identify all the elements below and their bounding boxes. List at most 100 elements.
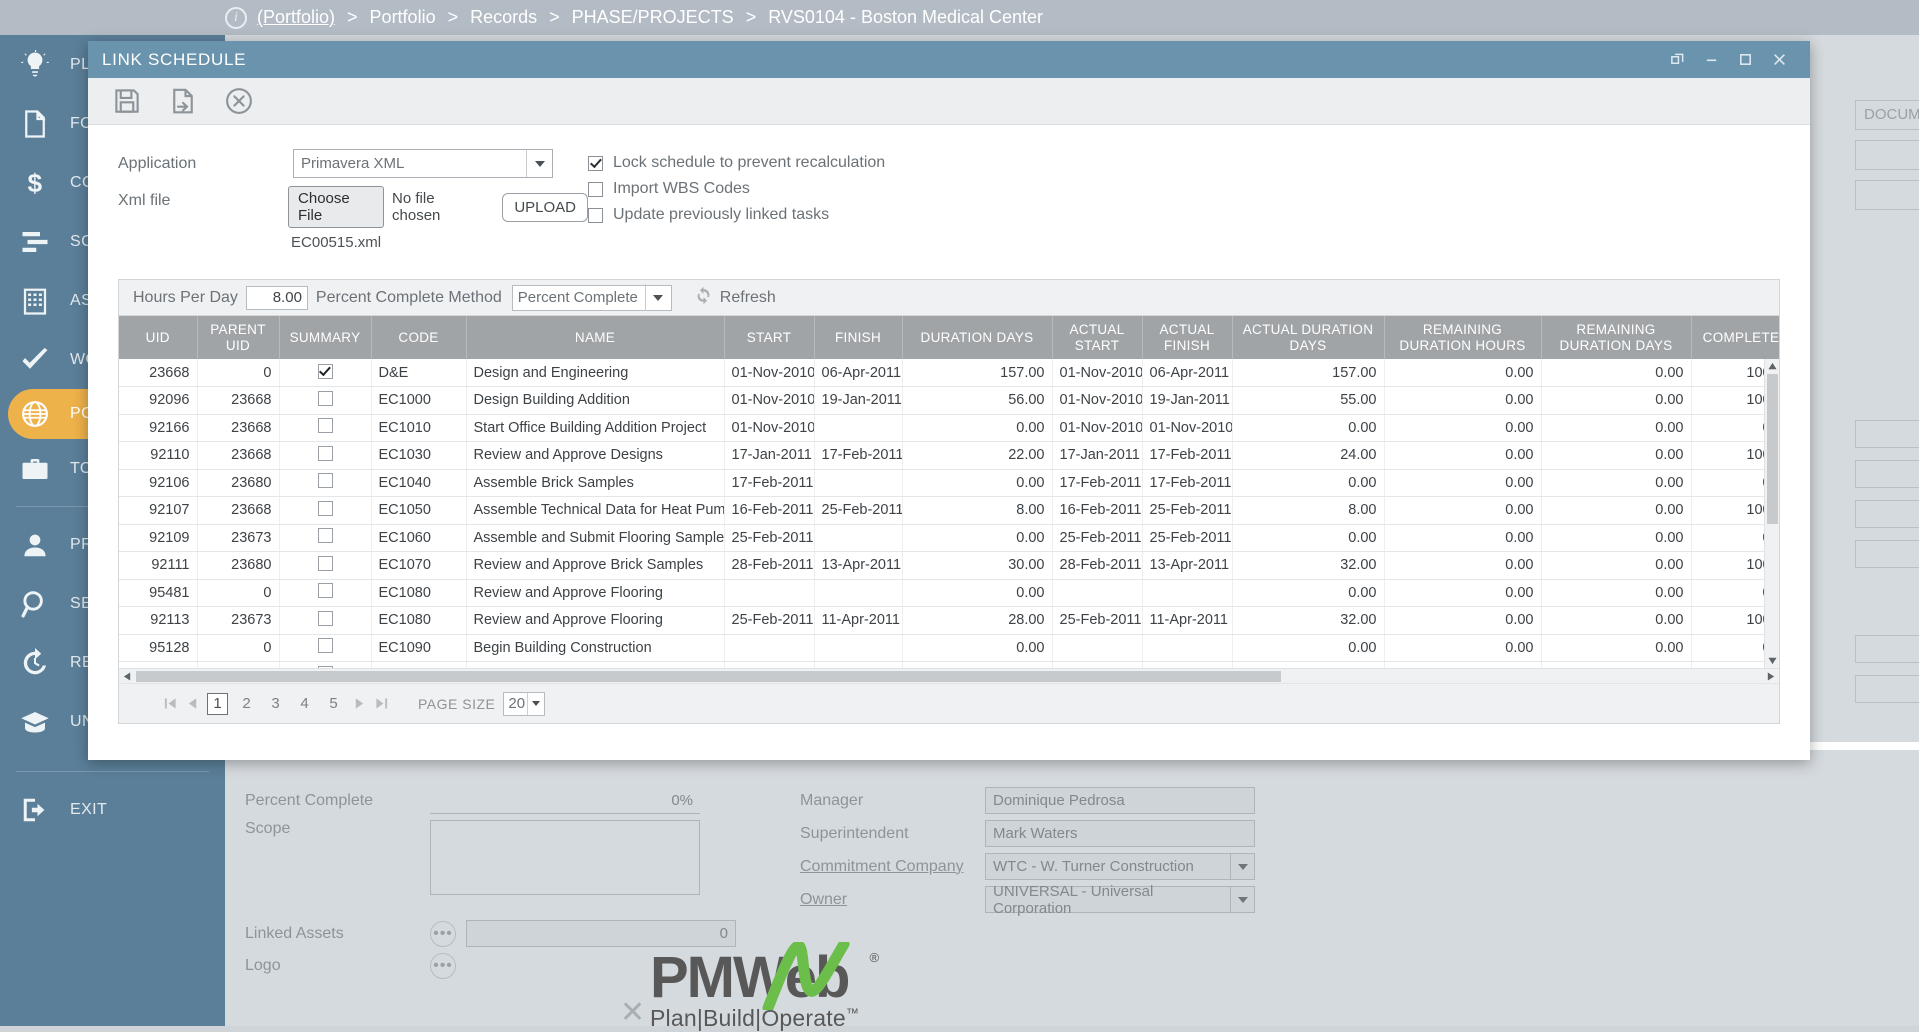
col-remaining-duration-hours[interactable]: REMAINING DURATION HOURS (1384, 316, 1541, 359)
breadcrumb-item[interactable]: PHASE/PROJECTS (572, 7, 734, 28)
application-select[interactable]: Primavera XML (293, 149, 553, 178)
summary-checkbox-icon[interactable] (318, 364, 333, 379)
col-complete[interactable]: COMPLETE (1691, 316, 1779, 359)
page-2-button[interactable]: 2 (236, 693, 257, 715)
table-row[interactable]: 9209623668EC1000Design Building Addition… (119, 387, 1779, 415)
breadcrumb-root[interactable]: (Portfolio) (257, 7, 335, 28)
cell-summary[interactable] (279, 579, 371, 607)
table-row[interactable]: 9211123680EC1070Review and Approve Brick… (119, 552, 1779, 580)
checkbox-icon[interactable] (588, 182, 603, 197)
documents-tab-box[interactable]: DOCUMENTS (9) (1855, 100, 1919, 130)
chevron-down-icon[interactable] (527, 693, 544, 715)
horizontal-scroll-track[interactable] (136, 669, 1762, 684)
summary-checkbox-icon[interactable] (318, 391, 333, 406)
summary-checkbox-icon[interactable] (318, 583, 333, 598)
col-start[interactable]: START (724, 316, 814, 359)
prev-page-icon[interactable] (181, 693, 203, 715)
checkbox-icon[interactable] (588, 156, 603, 171)
page-3-button[interactable]: 3 (265, 693, 286, 715)
page-4-button[interactable]: 4 (294, 693, 315, 715)
option-update-linked-tasks[interactable]: Update previously linked tasks (588, 202, 885, 228)
scroll-down-icon[interactable] (1765, 653, 1779, 668)
table-row[interactable]: 9211323673EC1080Review and Approve Floor… (119, 607, 1779, 635)
cell-summary[interactable] (279, 607, 371, 635)
cell-summary[interactable] (279, 552, 371, 580)
col-actual-finish[interactable]: ACTUAL FINISH (1142, 316, 1232, 359)
upload-button[interactable]: UPLOAD (502, 193, 588, 222)
summary-checkbox-icon[interactable] (318, 473, 333, 488)
col-code[interactable]: CODE (371, 316, 466, 359)
next-page-icon[interactable] (348, 693, 370, 715)
page-1-button[interactable]: 1 (207, 693, 228, 715)
cell-summary[interactable] (279, 469, 371, 497)
summary-checkbox-icon[interactable] (318, 556, 333, 571)
option-lock-schedule[interactable]: Lock schedule to prevent recalculation (588, 150, 885, 176)
col-actual-duration-days[interactable]: ACTUAL DURATION DAYS (1232, 316, 1384, 359)
chevron-down-icon[interactable] (526, 150, 552, 177)
last-page-icon[interactable] (370, 693, 392, 715)
table-row[interactable]: 9210923673EC1060Assemble and Submit Floo… (119, 524, 1779, 552)
superintendent-value[interactable]: Mark Waters (985, 820, 1255, 847)
col-summary[interactable]: SUMMARY (279, 316, 371, 359)
commitment-company-select[interactable]: WTC - W. Turner Construction (985, 853, 1255, 880)
table-row[interactable]: 236680D&EDesign and Engineering01-Nov-20… (119, 359, 1779, 387)
bg-field-box[interactable] (1855, 460, 1919, 488)
bg-field-box[interactable] (1855, 635, 1919, 663)
page-5-button[interactable]: 5 (323, 693, 344, 715)
vertical-scrollbar[interactable] (1764, 359, 1779, 668)
chevron-down-icon[interactable] (1230, 854, 1254, 879)
bg-field-box[interactable] (1855, 180, 1919, 210)
maximize-window-icon[interactable] (1728, 46, 1762, 74)
restore-window-icon[interactable] (1660, 46, 1694, 74)
cell-summary[interactable] (279, 442, 371, 470)
bg-field-box[interactable] (1855, 140, 1919, 170)
summary-checkbox-icon[interactable] (318, 611, 333, 626)
first-page-icon[interactable] (159, 693, 181, 715)
option-import-wbs-codes[interactable]: Import WBS Codes (588, 176, 885, 202)
summary-checkbox-icon[interactable] (318, 501, 333, 516)
table-row[interactable]: 9216623668EC1010Start Office Building Ad… (119, 414, 1779, 442)
scope-textarea[interactable] (430, 820, 700, 895)
cell-summary[interactable] (279, 524, 371, 552)
cell-summary[interactable] (279, 359, 371, 387)
minimize-window-icon[interactable] (1694, 46, 1728, 74)
summary-checkbox-icon[interactable] (318, 528, 333, 543)
cell-summary[interactable] (279, 497, 371, 525)
cell-summary[interactable] (279, 634, 371, 662)
table-row[interactable]: 954920EC1090Begin Building Construction0… (119, 662, 1779, 669)
linked-assets-picker-button[interactable]: ••• (430, 921, 456, 947)
chevron-down-icon[interactable] (1230, 887, 1254, 912)
bg-field-box[interactable] (1855, 500, 1919, 528)
cell-summary[interactable] (279, 662, 371, 669)
bg-field-box[interactable] (1855, 420, 1919, 448)
save-icon[interactable] (110, 84, 144, 118)
chevron-down-icon[interactable] (645, 284, 671, 311)
bg-field-box[interactable] (1855, 540, 1919, 568)
sidebar-item-exit[interactable]: EXIT (0, 780, 225, 839)
info-icon[interactable]: i (225, 7, 247, 29)
col-name[interactable]: NAME (466, 316, 724, 359)
cell-summary[interactable] (279, 387, 371, 415)
summary-checkbox-icon[interactable] (318, 418, 333, 433)
table-row[interactable]: 9210723668EC1050Assemble Technical Data … (119, 497, 1779, 525)
remove-logo-icon[interactable]: ✕ (620, 995, 645, 1030)
table-row[interactable]: 9210623680EC1040Assemble Brick Samples17… (119, 469, 1779, 497)
hours-per-day-input[interactable]: 8.00 (246, 286, 308, 310)
refresh-button[interactable]: Refresh (694, 286, 776, 310)
col-remaining-duration-days[interactable]: REMAINING DURATION DAYS (1541, 316, 1691, 359)
vertical-scroll-thumb[interactable] (1767, 374, 1778, 524)
col-actual-start[interactable]: ACTUAL START (1052, 316, 1142, 359)
summary-checkbox-icon[interactable] (318, 446, 333, 461)
scroll-up-icon[interactable] (1765, 359, 1779, 374)
page-size-select[interactable]: 20 (503, 692, 545, 716)
commitment-company-label[interactable]: Commitment Company (800, 858, 985, 876)
cell-summary[interactable] (279, 414, 371, 442)
cancel-icon[interactable] (222, 84, 256, 118)
close-window-icon[interactable] (1762, 46, 1796, 74)
breadcrumb-item[interactable]: Records (470, 7, 537, 28)
logo-picker-button[interactable]: ••• (430, 953, 456, 979)
manager-value[interactable]: Dominique Pedrosa (985, 787, 1255, 814)
breadcrumb-item[interactable]: Portfolio (370, 7, 436, 28)
checkbox-icon[interactable] (588, 208, 603, 223)
table-row[interactable]: 954810EC1080Review and Approve Flooring0… (119, 579, 1779, 607)
